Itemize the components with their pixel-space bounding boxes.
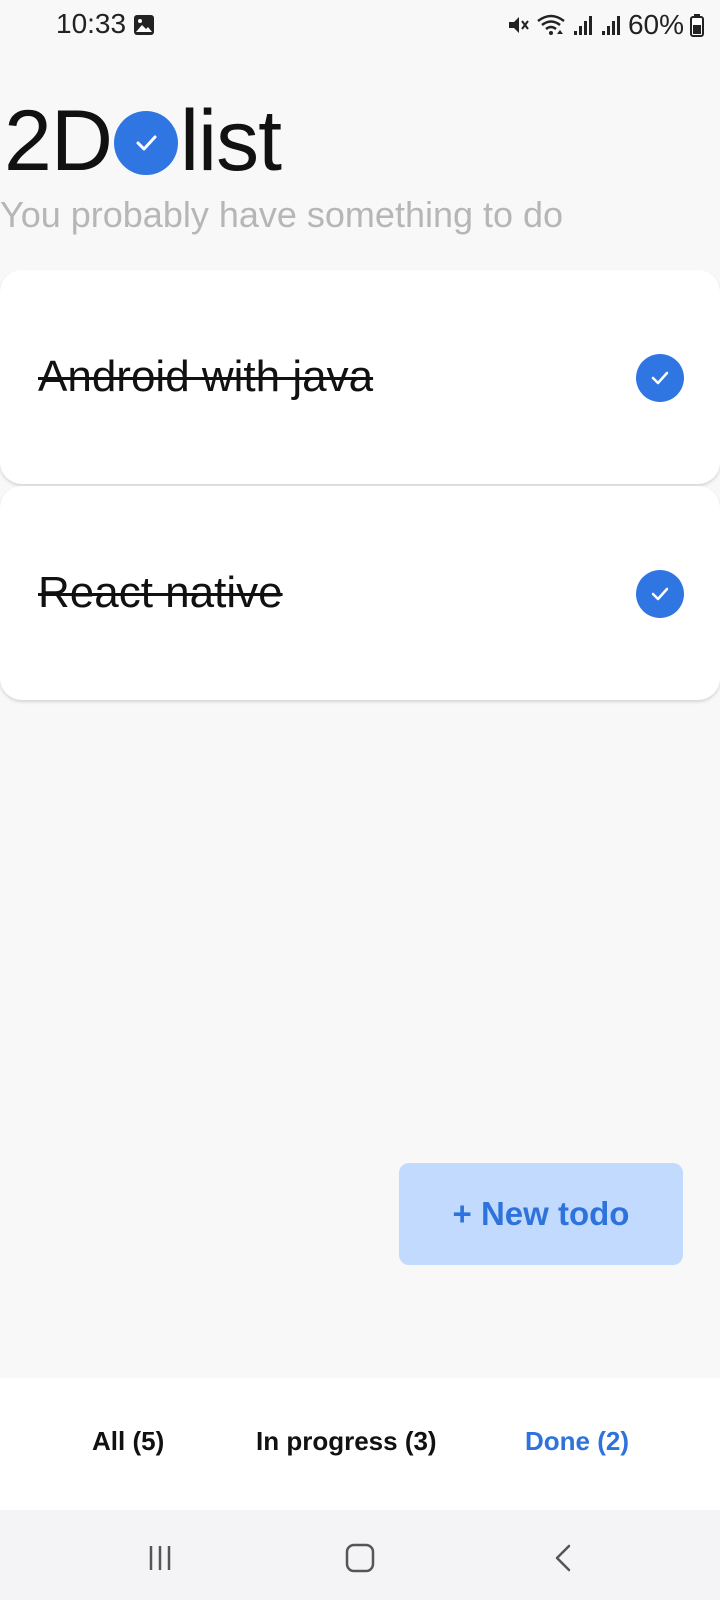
status-bar: 10:33 60% bbox=[0, 0, 720, 52]
mute-icon bbox=[506, 13, 530, 37]
signal-icon bbox=[600, 13, 622, 37]
back-icon[interactable] bbox=[544, 1538, 584, 1578]
tab-in-progress[interactable]: In progress (3) bbox=[256, 1426, 437, 1457]
new-todo-button[interactable]: + New todo bbox=[399, 1163, 683, 1265]
tab-all[interactable]: All (5) bbox=[92, 1426, 164, 1457]
battery-icon bbox=[690, 13, 704, 37]
gallery-icon bbox=[133, 14, 155, 36]
status-icons: 60% bbox=[506, 8, 704, 42]
checkmark-icon[interactable] bbox=[636, 570, 684, 618]
app-logo: 2D list bbox=[4, 93, 282, 189]
system-nav-bar bbox=[0, 1510, 720, 1600]
logo-text-right: list bbox=[179, 93, 282, 189]
battery-percent: 60% bbox=[627, 9, 684, 40]
todo-list: Android with java React native bbox=[0, 270, 720, 702]
app-screen: 10:33 60% 2D list You probably have some… bbox=[0, 0, 720, 1600]
subtitle: You probably have something to do bbox=[0, 194, 564, 235]
logo-check-icon bbox=[113, 111, 178, 175]
recents-icon[interactable] bbox=[140, 1538, 180, 1578]
todo-text: Android with java bbox=[38, 352, 374, 401]
signal-icon bbox=[572, 13, 594, 37]
todo-text: React native bbox=[38, 568, 283, 617]
todo-item[interactable]: Android with java bbox=[0, 270, 720, 484]
checkmark-icon[interactable] bbox=[636, 354, 684, 402]
logo-text-left: 2D bbox=[4, 93, 113, 189]
tab-done[interactable]: Done (2) bbox=[525, 1426, 629, 1457]
status-time: 10:33 bbox=[56, 8, 127, 39]
wifi-icon bbox=[536, 13, 566, 37]
todo-item[interactable]: React native bbox=[0, 486, 720, 700]
home-icon[interactable] bbox=[340, 1538, 380, 1578]
filter-tab-bar: All (5) In progress (3) Done (2) bbox=[0, 1378, 720, 1510]
